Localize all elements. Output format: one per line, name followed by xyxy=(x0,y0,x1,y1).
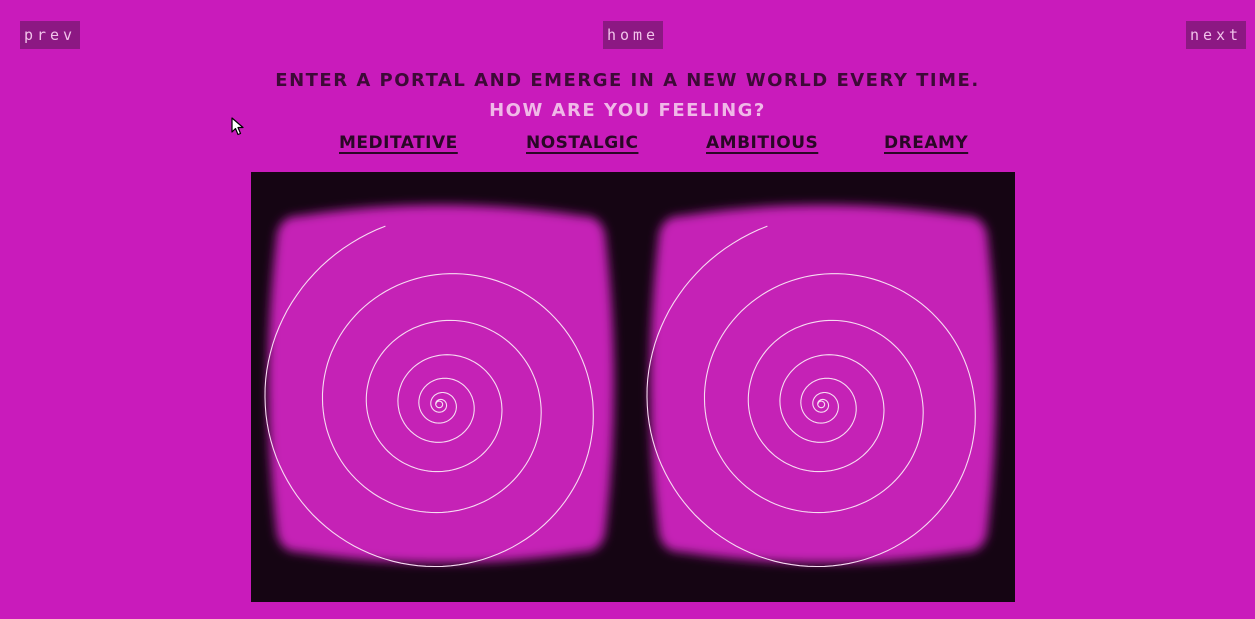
page: prev home next Enter a portal and emerge… xyxy=(0,0,1255,619)
left-lens xyxy=(264,205,614,568)
mood-link-ambitious[interactable]: Ambitious xyxy=(706,133,818,153)
next-button[interactable]: next xyxy=(1186,21,1246,49)
right-lens xyxy=(646,205,996,568)
feeling-question: How are you feeling? xyxy=(489,100,766,121)
mood-link-nostalgic[interactable]: Nostalgic xyxy=(526,133,638,153)
headline: Enter a portal and emerge in a new world… xyxy=(275,70,980,91)
lens-surface xyxy=(650,205,996,563)
vr-viewer[interactable] xyxy=(251,172,1015,602)
mood-link-meditative[interactable]: Meditative xyxy=(339,133,458,153)
lens-surface xyxy=(268,205,614,563)
home-button[interactable]: home xyxy=(603,21,663,49)
mood-links: Meditative Nostalgic Ambitious Dreamy xyxy=(0,133,1255,159)
mouse-cursor-icon xyxy=(231,117,244,136)
prev-button[interactable]: prev xyxy=(20,21,80,49)
mood-link-dreamy[interactable]: Dreamy xyxy=(884,133,968,153)
stereo-view xyxy=(264,205,996,568)
